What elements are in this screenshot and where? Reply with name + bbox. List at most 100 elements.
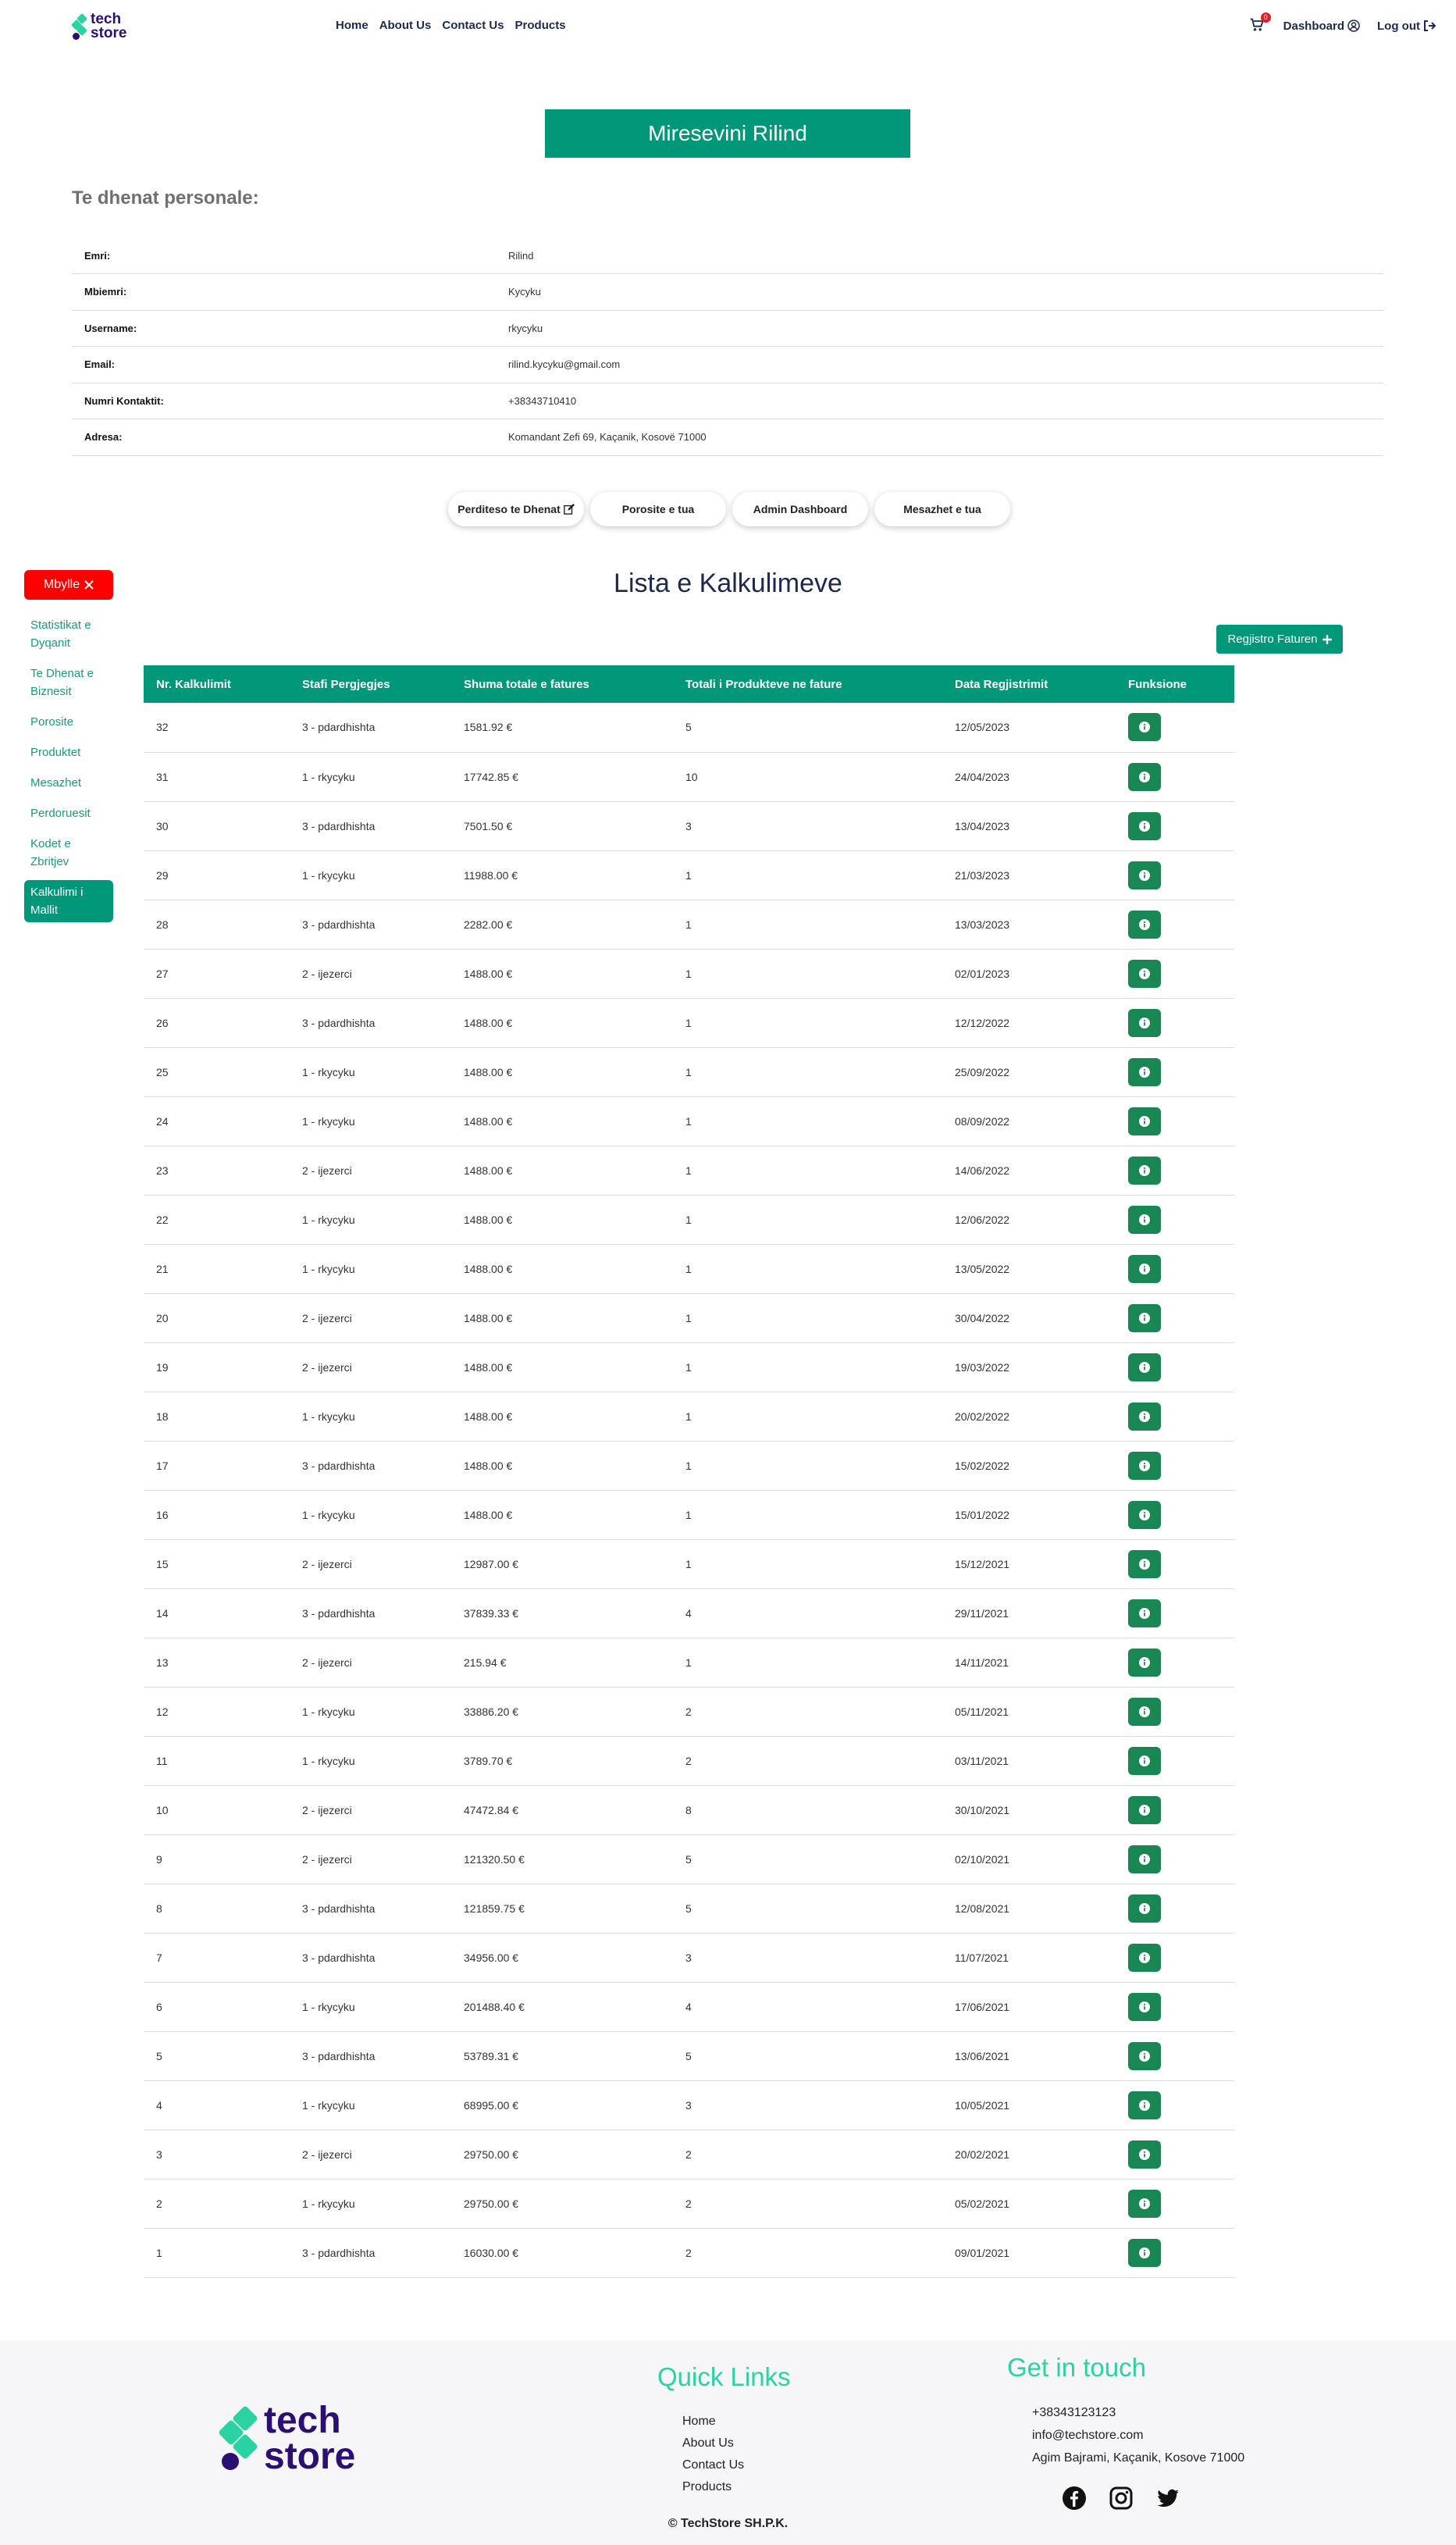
info-button[interactable] (1128, 1746, 1161, 1775)
info-button[interactable] (1128, 1156, 1161, 1185)
products-total: 2 (685, 2246, 692, 2259)
info-button[interactable] (1128, 1549, 1161, 1578)
column-header: Nr. Kalkulimit (156, 677, 231, 691)
footer-link-contact[interactable]: Contact Us (682, 2454, 744, 2476)
table-row: 5 3 - pdardhishta 53789.31 € 5 13/06/2021 (144, 2031, 1234, 2080)
twitter-icon[interactable] (1155, 2486, 1180, 2511)
invoice-total: 1488.00 € (464, 1508, 513, 1521)
invoice-total: 37839.33 € (464, 1606, 519, 1620)
nav-link-contact[interactable]: Contact Us (442, 19, 504, 32)
nav-link-about[interactable]: About Us (379, 19, 432, 32)
list-title: Lista e Kalkulimeve (614, 569, 842, 598)
nav-link-home[interactable]: Home (336, 19, 368, 32)
info-button[interactable] (1128, 1107, 1161, 1135)
dashboard-link[interactable]: Dashboard (1283, 20, 1360, 33)
nav-link-products[interactable]: Products (515, 19, 566, 32)
registration-date: 13/06/2021 (955, 2049, 1010, 2062)
logo[interactable]: tech store (70, 12, 126, 41)
registration-date: 10/05/2021 (955, 2098, 1010, 2112)
update-data-label: Perditeso te Dhenat (457, 503, 561, 515)
info-button[interactable] (1128, 1205, 1161, 1234)
info-icon (1139, 1017, 1150, 1028)
social-links (1062, 2486, 1180, 2511)
table-row: 19 2 - ijezerci 1488.00 € 1 19/03/2022 (144, 1342, 1234, 1392)
info-button[interactable] (1128, 713, 1161, 742)
your-orders-button[interactable]: Porosite e tua (590, 492, 726, 526)
calc-number: 18 (156, 1410, 169, 1423)
info-button[interactable] (1128, 861, 1161, 889)
functions-cell (1116, 2228, 1234, 2277)
info-button[interactable] (1128, 1451, 1161, 1480)
sidebar-item-orders[interactable]: Porosite (24, 710, 113, 734)
personal-data-table: Emri: Rilind Mbiemri: Kycyku Username: rkyc… (72, 237, 1383, 456)
footer-logo-text: tech store (264, 2402, 355, 2475)
table-row: 23 2 - ijezerci 1488.00 € 1 14/06/2022 (144, 1146, 1234, 1195)
calc-number: 32 (156, 721, 169, 734)
logout-link[interactable]: Log out (1377, 20, 1436, 33)
products-total: 5 (685, 1902, 692, 1915)
info-icon (1139, 968, 1150, 979)
sidebar-item-products[interactable]: Produktet (24, 740, 113, 765)
staff-responsible: 1 - rkycyku (302, 868, 355, 882)
footer-link-about[interactable]: About Us (682, 2433, 744, 2454)
table-row: Emri: Rilind (72, 237, 1383, 274)
info-button[interactable] (1128, 1402, 1161, 1431)
instagram-icon[interactable] (1109, 2486, 1134, 2511)
info-button[interactable] (1128, 1353, 1161, 1381)
info-button[interactable] (1128, 1648, 1161, 1677)
footer-logo[interactable]: tech store (218, 2402, 355, 2475)
cart-button[interactable]: 0 (1249, 12, 1271, 34)
info-button[interactable] (1128, 1303, 1161, 1332)
info-button[interactable] (1128, 1795, 1161, 1824)
info-button[interactable] (1128, 811, 1161, 840)
calc-number: 9 (156, 1852, 162, 1866)
info-button[interactable] (1128, 1992, 1161, 2021)
info-button[interactable] (1128, 2140, 1161, 2169)
products-total: 1 (685, 967, 692, 980)
sidebar-item-statistics[interactable]: Statistikat e Dyqanit (24, 613, 113, 655)
sidebar-item-business-data[interactable]: Te Dhenat e Biznesit (24, 661, 113, 704)
invoice-total: 215.94 € (464, 1656, 507, 1669)
table-row: Mbiemri: Kycyku (72, 274, 1383, 310)
info-button[interactable] (1128, 2041, 1161, 2070)
registration-date: 24/04/2023 (955, 770, 1010, 783)
info-button[interactable] (1128, 1943, 1161, 1972)
registration-date: 29/11/2021 (955, 1606, 1009, 1620)
staff-responsible: 2 - ijezerci (302, 967, 352, 980)
info-button[interactable] (1128, 1845, 1161, 1873)
info-button[interactable] (1128, 959, 1161, 988)
info-button[interactable] (1128, 1008, 1161, 1037)
staff-responsible: 1 - rkycyku (302, 2000, 355, 2013)
info-button[interactable] (1128, 762, 1161, 791)
info-button[interactable] (1128, 1697, 1161, 1726)
invoice-total: 1488.00 € (464, 1311, 513, 1324)
footer-link-home[interactable]: Home (682, 2411, 744, 2433)
info-icon (1139, 918, 1150, 930)
staff-responsible: 2 - ijezerci (302, 1803, 352, 1816)
facebook-icon[interactable] (1062, 2486, 1087, 2511)
info-button[interactable] (1128, 910, 1161, 939)
staff-responsible: 1 - rkycyku (302, 1705, 355, 1718)
info-icon (1139, 1066, 1150, 1078)
sidebar-item-discount-codes[interactable]: Kodet e Zbritjev (24, 832, 113, 874)
info-button[interactable] (1128, 1057, 1161, 1086)
sidebar-item-messages[interactable]: Mesazhet (24, 771, 113, 795)
info-button[interactable] (1128, 2091, 1161, 2119)
sidebar-item-goods-calculation[interactable]: Kalkulimi i Mallit (24, 880, 113, 922)
sidebar-item-users[interactable]: Perdoruesit (24, 801, 113, 825)
info-button[interactable] (1128, 1500, 1161, 1529)
info-button[interactable] (1128, 2189, 1161, 2218)
info-button[interactable] (1128, 1599, 1161, 1627)
profile-actions: Perditeso te Dhenat Porosite e tua Admin… (448, 492, 1010, 526)
info-button[interactable] (1128, 1894, 1161, 1923)
your-messages-button[interactable]: Mesazhet e tua (874, 492, 1010, 526)
column-header: Stafi Pergjegjes (302, 677, 390, 691)
calc-number: 11 (156, 1754, 168, 1767)
update-data-button[interactable]: Perditeso te Dhenat (448, 492, 584, 526)
register-invoice-button[interactable]: Regjistro Faturen (1216, 625, 1343, 654)
invoice-total: 7501.50 € (464, 819, 513, 832)
admin-dashboard-button[interactable]: Admin Dashboard (732, 492, 868, 526)
footer-link-products[interactable]: Products (682, 2476, 744, 2498)
info-button[interactable] (1128, 2238, 1161, 2267)
info-button[interactable] (1128, 1254, 1161, 1283)
